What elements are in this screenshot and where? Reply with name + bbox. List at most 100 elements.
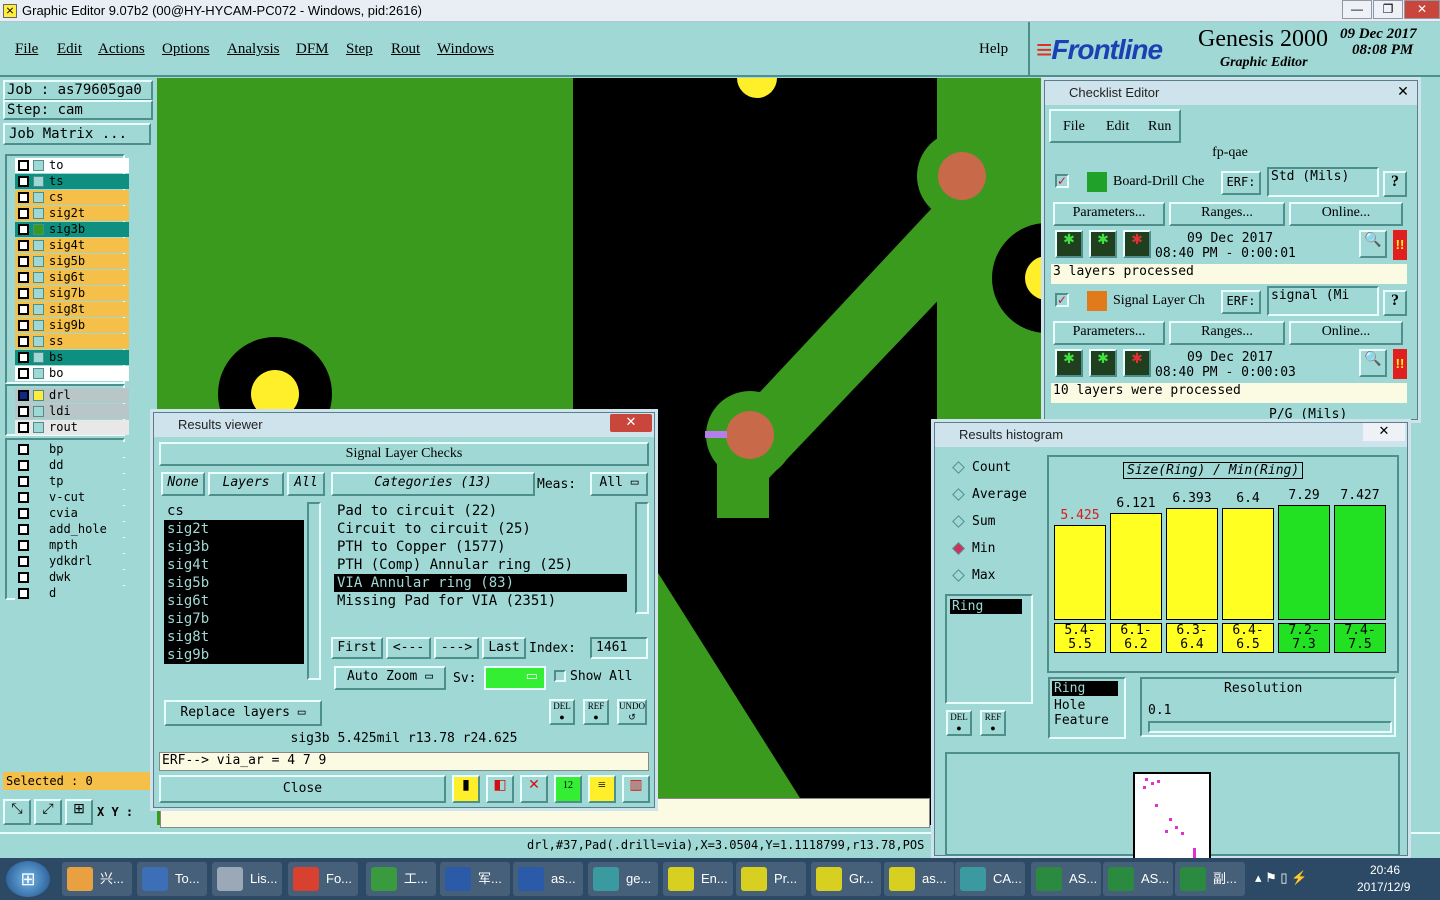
layer-checkbox[interactable] (18, 390, 29, 401)
layer-checkbox[interactable] (18, 304, 29, 315)
layer-row[interactable]: rout (15, 420, 129, 435)
taskbar-item[interactable]: Gr... (811, 862, 881, 896)
exit-icon[interactable]: ◧ (486, 775, 514, 803)
action-enable-checkbox[interactable]: ✓ (1055, 293, 1069, 307)
layer-row[interactable]: to (15, 158, 129, 173)
mode-radio-count[interactable]: Count (952, 460, 1042, 475)
taskbar-item[interactable]: 工... (366, 862, 436, 896)
meas-select[interactable]: All ▭ (590, 472, 648, 496)
run-icon[interactable]: ✱ (1055, 349, 1083, 377)
highlight-icon[interactable]: ▮ (452, 775, 480, 803)
action-erf-button[interactable]: ERF: (1221, 290, 1261, 314)
layer-row[interactable]: d (15, 586, 129, 601)
taskbar-item[interactable]: Fo... (288, 862, 358, 896)
stop-icon[interactable]: ✱ (1123, 230, 1151, 258)
layer-result-list[interactable]: cs sig2t sig3b sig4t sig5b sig6t sig7b sig8t sig… (161, 502, 306, 680)
taskbar-item[interactable]: Pr... (736, 862, 806, 896)
layer-color-swatch[interactable] (33, 256, 44, 267)
ranges-button[interactable]: Ranges... (1169, 321, 1285, 345)
layer-row[interactable]: cvia (15, 506, 129, 521)
layer-checkbox[interactable] (18, 272, 29, 283)
layer-color-swatch[interactable] (33, 160, 44, 171)
result-layer-item[interactable]: sig8t (164, 628, 304, 646)
layer-checkbox[interactable] (18, 288, 29, 299)
measure-tool-button[interactable]: ⤢ (34, 799, 62, 825)
layer-checkbox[interactable] (18, 192, 29, 203)
ranges-button[interactable]: Ranges... (1169, 202, 1285, 226)
layer-checkbox[interactable] (18, 460, 29, 471)
menu-help[interactable]: Help (979, 41, 1008, 58)
checklist-menu-run[interactable]: Run (1148, 119, 1171, 135)
show-all-checkbox[interactable] (554, 670, 566, 682)
replace-layers-select[interactable]: Replace layers ▭ (164, 700, 322, 726)
category-scrollbar[interactable] (635, 502, 649, 614)
result-layer-item[interactable]: sig4t (164, 556, 304, 574)
parameters-button[interactable]: Parameters... (1053, 321, 1165, 345)
layer-color-swatch[interactable] (33, 192, 44, 203)
minimize-button[interactable]: — (1342, 0, 1372, 19)
layer-checkbox[interactable] (18, 492, 29, 503)
result-layer-item[interactable]: sig7b (164, 610, 304, 628)
taskbar-item[interactable]: 军... (440, 862, 510, 896)
ref-crossed-icon[interactable]: ✕ (520, 775, 548, 803)
del-button[interactable]: DEL ● (549, 699, 575, 725)
layer-row[interactable]: tp (15, 474, 129, 489)
results-zoom-icon[interactable]: 🔍 (1359, 230, 1387, 258)
histogram-bar[interactable] (1054, 525, 1106, 620)
result-layer-item[interactable]: sig9b (164, 646, 304, 664)
layer-checkbox[interactable] (18, 368, 29, 379)
tray-icons[interactable]: ▴ ⚑ ▯ ⚡ (1255, 870, 1307, 886)
severity-select[interactable]: ▭ (484, 666, 546, 690)
layer-row[interactable]: sig4t (15, 238, 129, 253)
layer-color-swatch[interactable] (33, 224, 44, 235)
category-item[interactable]: Circuit to circuit (25) (334, 520, 627, 538)
layer-row[interactable]: dwk (15, 570, 129, 585)
layer-toggle-icon[interactable]: 12 (554, 775, 582, 803)
mode-list-item[interactable]: Ring (950, 599, 1022, 614)
layer-row[interactable]: ldi (15, 404, 129, 419)
taskbar-item[interactable]: To... (137, 862, 207, 896)
layer-row[interactable]: sig2t (15, 206, 129, 221)
run-all-icon[interactable]: ✱ (1089, 349, 1117, 377)
taskbar-item[interactable]: En... (663, 862, 733, 896)
layer-checkbox[interactable] (18, 572, 29, 583)
layers-all-button[interactable]: All (287, 472, 325, 496)
layer-list-scrollbar[interactable] (307, 502, 321, 680)
report-icon[interactable]: ≡ (588, 775, 616, 803)
action-help-button[interactable]: ? (1383, 290, 1407, 316)
result-layer-item[interactable]: sig6t (164, 592, 304, 610)
parameters-button[interactable]: Parameters... (1053, 202, 1165, 226)
taskbar-item[interactable]: AS... (1103, 862, 1173, 896)
menu-actions[interactable]: Actions (98, 41, 145, 58)
category-item[interactable]: PTH (Comp) Annular ring (25) (334, 556, 627, 574)
zoom-tool-button[interactable]: ⤡ (3, 799, 31, 825)
layer-color-swatch[interactable] (33, 390, 44, 401)
start-button[interactable]: ⊞ (6, 861, 50, 897)
snap-tool-button[interactable]: ⊞ (65, 799, 93, 825)
category-list[interactable]: Pad to circuit (22) Circuit to circuit (2… (331, 502, 633, 614)
category-item[interactable]: Pad to circuit (22) (334, 502, 627, 520)
menu-options[interactable]: Options (162, 41, 210, 58)
feature-ring[interactable]: Ring (1052, 681, 1118, 696)
layer-row[interactable]: v-cut (15, 490, 129, 505)
layer-checkbox[interactable] (18, 588, 29, 599)
layer-row[interactable]: sig5b (15, 254, 129, 269)
layer-color-swatch[interactable] (33, 406, 44, 417)
hist-del-button[interactable]: DEL ● (946, 710, 972, 736)
layer-row[interactable]: drl (15, 388, 129, 403)
layer-row[interactable]: add_hole (15, 522, 129, 537)
hist-ref-button[interactable]: REF ● (980, 710, 1006, 736)
layer-checkbox[interactable] (18, 256, 29, 267)
auto-zoom-select[interactable]: Auto Zoom ▭ (334, 666, 446, 690)
layer-row[interactable]: bo (15, 366, 129, 381)
layer-row[interactable]: bs (15, 350, 129, 365)
layer-color-swatch[interactable] (33, 208, 44, 219)
layers-none-button[interactable]: None (161, 472, 205, 496)
results-zoom-icon[interactable]: 🔍 (1359, 349, 1387, 377)
histogram-bar[interactable] (1334, 505, 1386, 620)
feature-hole[interactable]: Hole (1050, 698, 1124, 713)
action-name[interactable]: Board-Drill Che (1113, 174, 1219, 190)
histogram-bar[interactable] (1166, 508, 1218, 620)
feature-feature[interactable]: Feature (1050, 713, 1124, 728)
action-erf-value[interactable]: Std (Mils) (1267, 167, 1379, 197)
